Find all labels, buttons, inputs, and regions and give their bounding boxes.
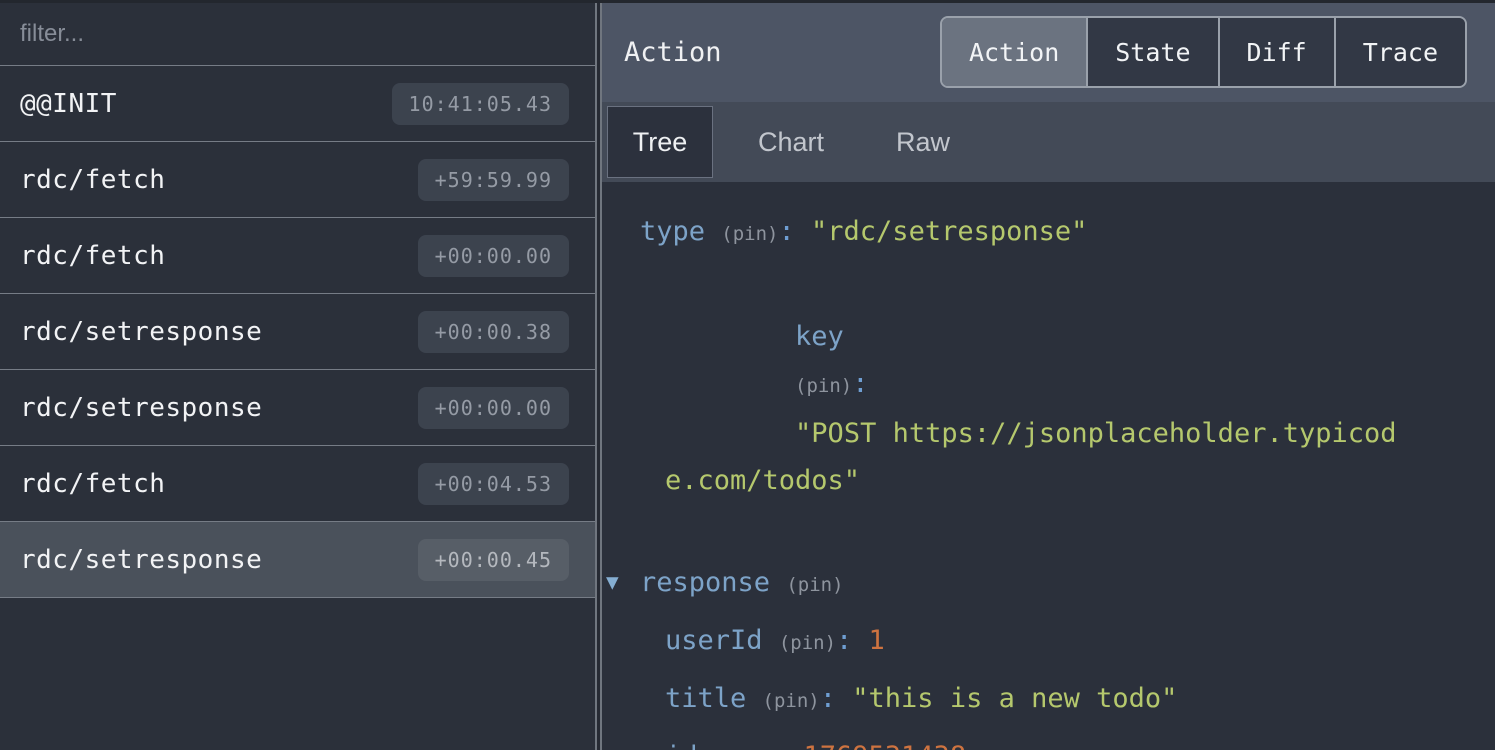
action-list-item[interactable]: @@INIT 10:41:05.43 <box>0 66 595 142</box>
json-value-string: "this is a new todo" <box>852 683 1177 714</box>
tab-action[interactable]: Action <box>942 18 1086 86</box>
action-list-item[interactable]: rdc/setresponse +00:00.38 <box>0 294 595 370</box>
action-name: @@INIT <box>20 89 117 119</box>
action-timestamp-badge: +00:04.53 <box>418 463 569 505</box>
filter-row <box>0 3 595 66</box>
tab-trace[interactable]: Trace <box>1334 18 1465 86</box>
action-list-item-selected[interactable]: rdc/setresponse +00:00.45 <box>0 522 595 598</box>
action-timestamp-badge: +00:00.38 <box>418 311 569 353</box>
action-timestamp-badge: 10:41:05.43 <box>392 83 569 125</box>
tree-row-userid: userId (pin): 1 <box>602 617 1495 667</box>
tree-row-id: id (pin): 1769531438 <box>602 733 1495 750</box>
action-name: rdc/fetch <box>20 241 165 271</box>
colon: : <box>836 625 852 656</box>
colon: : <box>852 368 868 399</box>
chevron-down-icon[interactable]: ▼ <box>606 559 619 606</box>
tab-state[interactable]: State <box>1086 18 1217 86</box>
colon: : <box>771 741 787 750</box>
colon: : <box>820 683 836 714</box>
json-tree: type (pin): "rdc/setresponse" key (pin):… <box>602 182 1495 750</box>
json-key: userId <box>665 625 763 656</box>
inspector-header: Action Action State Diff Trace <box>602 3 1495 102</box>
tab-diff[interactable]: Diff <box>1218 18 1334 86</box>
action-name: rdc/setresponse <box>20 317 262 347</box>
action-name: rdc/fetch <box>20 165 165 195</box>
subtab-raw[interactable]: Raw <box>869 102 977 182</box>
action-list-sidebar: @@INIT 10:41:05.43 rdc/fetch +59:59.99 r… <box>0 3 597 750</box>
tree-row-response[interactable]: ▼ response (pin) <box>602 559 1495 609</box>
redux-devtools-panel: @@INIT 10:41:05.43 rdc/fetch +59:59.99 r… <box>0 3 1495 750</box>
action-list-item[interactable]: rdc/fetch +00:00.00 <box>0 218 595 294</box>
json-value-number: 1769531438 <box>804 741 967 750</box>
action-list-item[interactable]: rdc/fetch +00:04.53 <box>0 446 595 522</box>
filter-input[interactable] <box>0 3 595 65</box>
action-timestamp-badge: +00:00.00 <box>418 235 569 277</box>
pin-label[interactable]: (pin) <box>763 690 820 712</box>
inspector-panel: Action Action State Diff Trace Tree Char… <box>600 3 1495 750</box>
json-key: id <box>665 741 698 750</box>
action-list-item[interactable]: rdc/fetch +59:59.99 <box>0 142 595 218</box>
pin-label[interactable]: (pin) <box>721 223 778 245</box>
tree-row-key: key (pin): "POST https://jsonplaceholder… <box>602 266 1495 551</box>
action-timestamp-badge: +00:00.45 <box>418 539 569 581</box>
json-key: response <box>640 567 770 598</box>
json-value-number: 1 <box>869 625 885 656</box>
subtab-tree[interactable]: Tree <box>607 106 713 178</box>
action-list-item[interactable]: rdc/setresponse +00:00.00 <box>0 370 595 446</box>
tree-row-type: type (pin): "rdc/setresponse" <box>602 208 1495 258</box>
action-name: rdc/fetch <box>20 469 165 499</box>
tree-row-title: title (pin): "this is a new todo" <box>602 675 1495 725</box>
json-value-string: "POST https://jsonplaceholder.typicod e.… <box>665 418 1397 496</box>
view-mode-bar: Tree Chart Raw <box>602 102 1495 182</box>
pin-label[interactable]: (pin) <box>786 574 843 596</box>
json-value-string: "rdc/setresponse" <box>811 216 1087 247</box>
subtab-chart[interactable]: Chart <box>731 102 851 182</box>
inspector-tab-group: Action State Diff Trace <box>940 16 1467 88</box>
pin-label[interactable]: (pin) <box>795 375 852 397</box>
json-key: title <box>665 683 746 714</box>
json-key: key <box>795 321 844 352</box>
inspector-title: Action <box>602 37 722 68</box>
colon: : <box>779 216 795 247</box>
pin-label[interactable]: (pin) <box>779 632 836 654</box>
action-name: rdc/setresponse <box>20 393 262 423</box>
action-timestamp-badge: +59:59.99 <box>418 159 569 201</box>
action-name: rdc/setresponse <box>20 545 262 575</box>
action-timestamp-badge: +00:00.00 <box>418 387 569 429</box>
json-key: type <box>640 216 705 247</box>
